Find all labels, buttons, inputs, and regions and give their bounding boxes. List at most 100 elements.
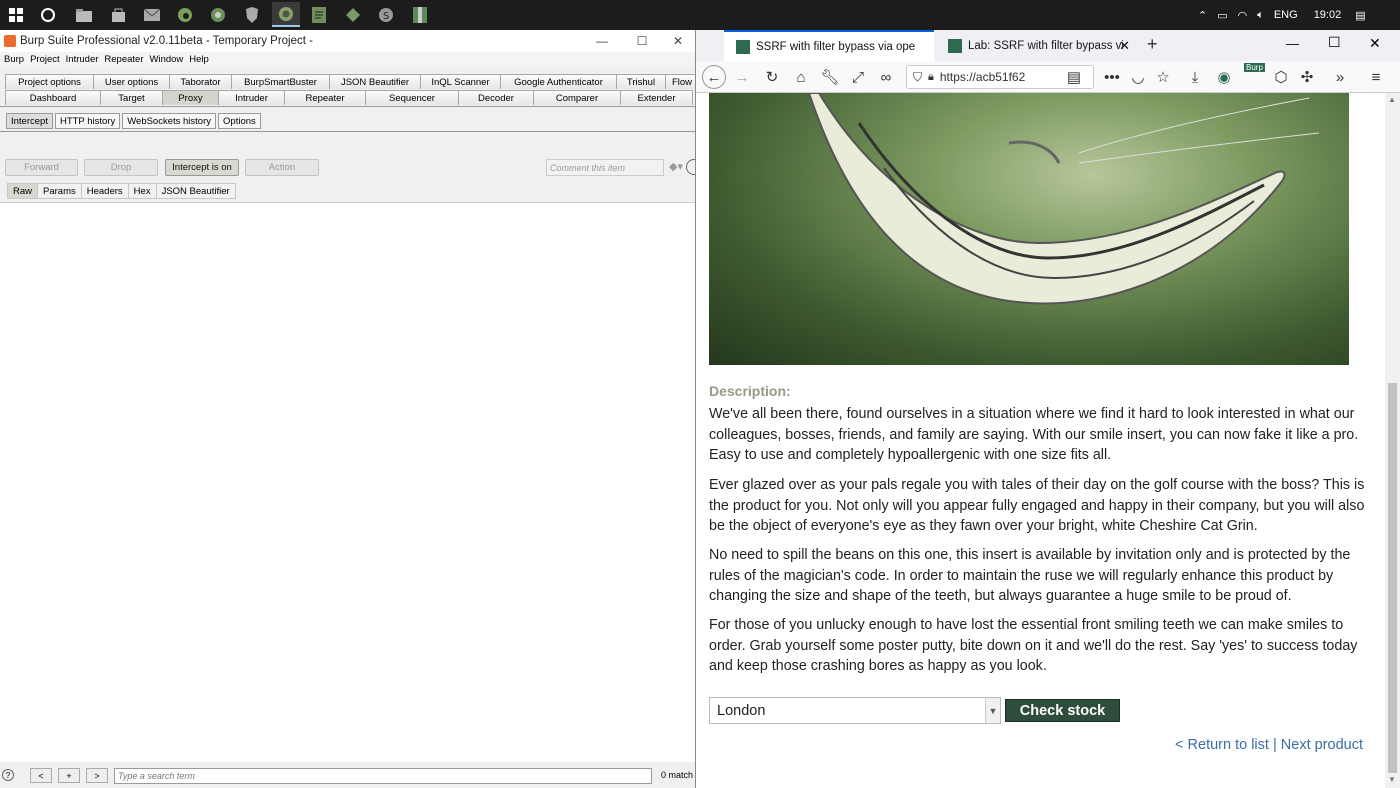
expand-icon[interactable]: ⤢	[848, 67, 868, 87]
lock-icon[interactable]: 🔒︎	[928, 71, 934, 84]
monitor-icon[interactable]: ▭	[1217, 9, 1227, 22]
tab-target[interactable]: Target	[100, 90, 163, 105]
hexagon-extension-icon[interactable]: ⬡	[1271, 67, 1291, 87]
menu-window[interactable]: Window	[150, 54, 184, 65]
tab-comparer[interactable]: Comparer	[533, 90, 621, 105]
cortana-icon[interactable]	[38, 5, 58, 25]
tab-headers[interactable]: Headers	[80, 183, 129, 199]
tab-google-authenticator[interactable]: Google Authenticator	[500, 74, 617, 89]
clock[interactable]: 19:02	[1314, 9, 1342, 21]
close-tab-icon[interactable]: ✕	[1119, 38, 1130, 54]
next-product-link[interactable]: Next product	[1281, 737, 1363, 753]
scroll-down-icon[interactable]: ▼	[1388, 775, 1396, 784]
tab-inql-scanner[interactable]: InQL Scanner	[420, 74, 501, 89]
puzzle-extension-icon[interactable]: ✣	[1297, 67, 1317, 87]
store-select[interactable]: London ▼	[709, 697, 1001, 724]
tab-intercept[interactable]: Intercept	[6, 113, 53, 129]
tab-params[interactable]: Params	[37, 183, 82, 199]
wifi-icon[interactable]: ◠	[1238, 9, 1248, 22]
hamburger-menu-icon[interactable]: ≡	[1366, 67, 1386, 87]
wrench-icon[interactable]: 🔧︎	[820, 67, 840, 87]
tab-hex[interactable]: Hex	[127, 183, 157, 199]
chevron-down-icon[interactable]: ▼	[985, 698, 1000, 723]
tab-raw[interactable]: Raw	[7, 183, 39, 199]
tab-repeater[interactable]: Repeater	[284, 90, 366, 105]
tab-dashboard[interactable]: Dashboard	[5, 90, 101, 105]
edge-icon[interactable]	[175, 5, 195, 25]
pocket-icon[interactable]: ◡	[1128, 67, 1148, 87]
reader-view-icon[interactable]: ▤	[1064, 67, 1084, 87]
back-arrow-icon[interactable]: ←	[702, 65, 726, 89]
tab-proxy[interactable]: Proxy	[162, 90, 219, 105]
firefox-icon[interactable]	[272, 2, 300, 27]
minimize-button[interactable]: —	[580, 30, 624, 52]
shield-icon[interactable]: ⛉	[913, 70, 922, 85]
tab-json-beautifier[interactable]: JSON Beautifier	[329, 74, 421, 89]
intercept-toggle-button[interactable]: Intercept is on	[165, 159, 239, 176]
extension-icon[interactable]: ◉	[1214, 67, 1234, 87]
windows-start-icon[interactable]	[6, 5, 26, 25]
tab-flow[interactable]: Flow	[665, 74, 699, 89]
maximize-button[interactable]: ☐	[1328, 34, 1341, 51]
drop-button[interactable]: Drop	[84, 159, 158, 176]
menu-repeater[interactable]: Repeater	[104, 54, 143, 65]
store-icon[interactable]	[108, 5, 128, 25]
search-add-button[interactable]: +	[58, 768, 80, 783]
close-button[interactable]: ✕	[663, 30, 693, 52]
tab-json-beautifier-view[interactable]: JSON Beautifier	[155, 183, 236, 199]
forward-arrow-icon[interactable]: →	[732, 67, 752, 87]
notepad-icon[interactable]	[309, 5, 329, 25]
brave-icon[interactable]	[242, 5, 262, 25]
file-explorer-icon[interactable]	[74, 5, 94, 25]
tab-sequencer[interactable]: Sequencer	[365, 90, 459, 105]
help-icon[interactable]: ?	[2, 769, 14, 781]
search-prev-button[interactable]: <	[30, 768, 52, 783]
tab-options[interactable]: Options	[218, 113, 261, 129]
return-to-list-link[interactable]: < Return to list	[1175, 737, 1269, 753]
incognito-mask-icon[interactable]: ∞	[876, 67, 896, 87]
tab-burpsmartbuster[interactable]: BurpSmartBuster	[231, 74, 330, 89]
comment-input[interactable]: Comment this item	[546, 159, 664, 176]
mail-icon[interactable]	[142, 5, 162, 25]
scroll-up-icon[interactable]: ▲	[1388, 95, 1396, 104]
forward-button[interactable]: Forward	[5, 159, 78, 176]
minimize-button[interactable]: —	[1286, 36, 1299, 51]
highlight-dropdown-icon[interactable]: ◆▾	[669, 160, 683, 173]
menu-project[interactable]: Project	[30, 54, 60, 65]
overflow-chevron-icon[interactable]: »	[1330, 67, 1350, 87]
skype-icon[interactable]: S	[376, 5, 396, 25]
volume-icon[interactable]: 🔈︎	[1257, 9, 1264, 22]
search-input[interactable]: Type a search term	[114, 768, 652, 784]
chevron-up-icon[interactable]: ⌃	[1198, 9, 1207, 22]
tab-trishul[interactable]: Trishul	[616, 74, 666, 89]
tab-websockets-history[interactable]: WebSockets history	[122, 113, 217, 129]
message-editor[interactable]	[0, 202, 695, 762]
bookmark-star-icon[interactable]: ☆	[1153, 67, 1173, 87]
close-button[interactable]: ✕	[1369, 35, 1381, 52]
scrollbar[interactable]: ▲ ▼	[1385, 93, 1400, 788]
menu-help[interactable]: Help	[189, 54, 209, 65]
check-stock-button[interactable]: Check stock	[1005, 699, 1120, 722]
tab-extender[interactable]: Extender	[620, 90, 693, 105]
tab-intruder[interactable]: Intruder	[218, 90, 285, 105]
browser-tab[interactable]: Lab: SSRF with filter bypass via ✕	[936, 30, 1136, 61]
new-tab-button[interactable]: +	[1147, 34, 1158, 55]
notifications-icon[interactable]: ▤	[1355, 9, 1365, 22]
browser-tab-active[interactable]: SSRF with filter bypass via ope	[724, 30, 934, 61]
tab-http-history[interactable]: HTTP history	[54, 113, 121, 129]
tab-decoder[interactable]: Decoder	[458, 90, 534, 105]
scrollbar-thumb[interactable]	[1388, 383, 1397, 773]
tab-user-options[interactable]: User options	[93, 74, 170, 89]
tab-project-options[interactable]: Project options	[5, 74, 94, 89]
more-actions-icon[interactable]: •••	[1102, 67, 1122, 87]
home-icon[interactable]: ⌂	[791, 67, 811, 87]
chrome-icon[interactable]	[208, 5, 228, 25]
winrar-icon[interactable]	[410, 5, 430, 25]
menu-burp[interactable]: Burp	[4, 54, 24, 65]
maximize-button[interactable]: ☐	[620, 30, 664, 52]
burp-icon[interactable]	[343, 5, 363, 25]
tab-taborator[interactable]: Taborator	[169, 74, 232, 89]
download-icon[interactable]: ⤓	[1185, 67, 1205, 87]
menu-intruder[interactable]: Intruder	[66, 54, 99, 65]
language-indicator[interactable]: ENG	[1274, 9, 1298, 21]
